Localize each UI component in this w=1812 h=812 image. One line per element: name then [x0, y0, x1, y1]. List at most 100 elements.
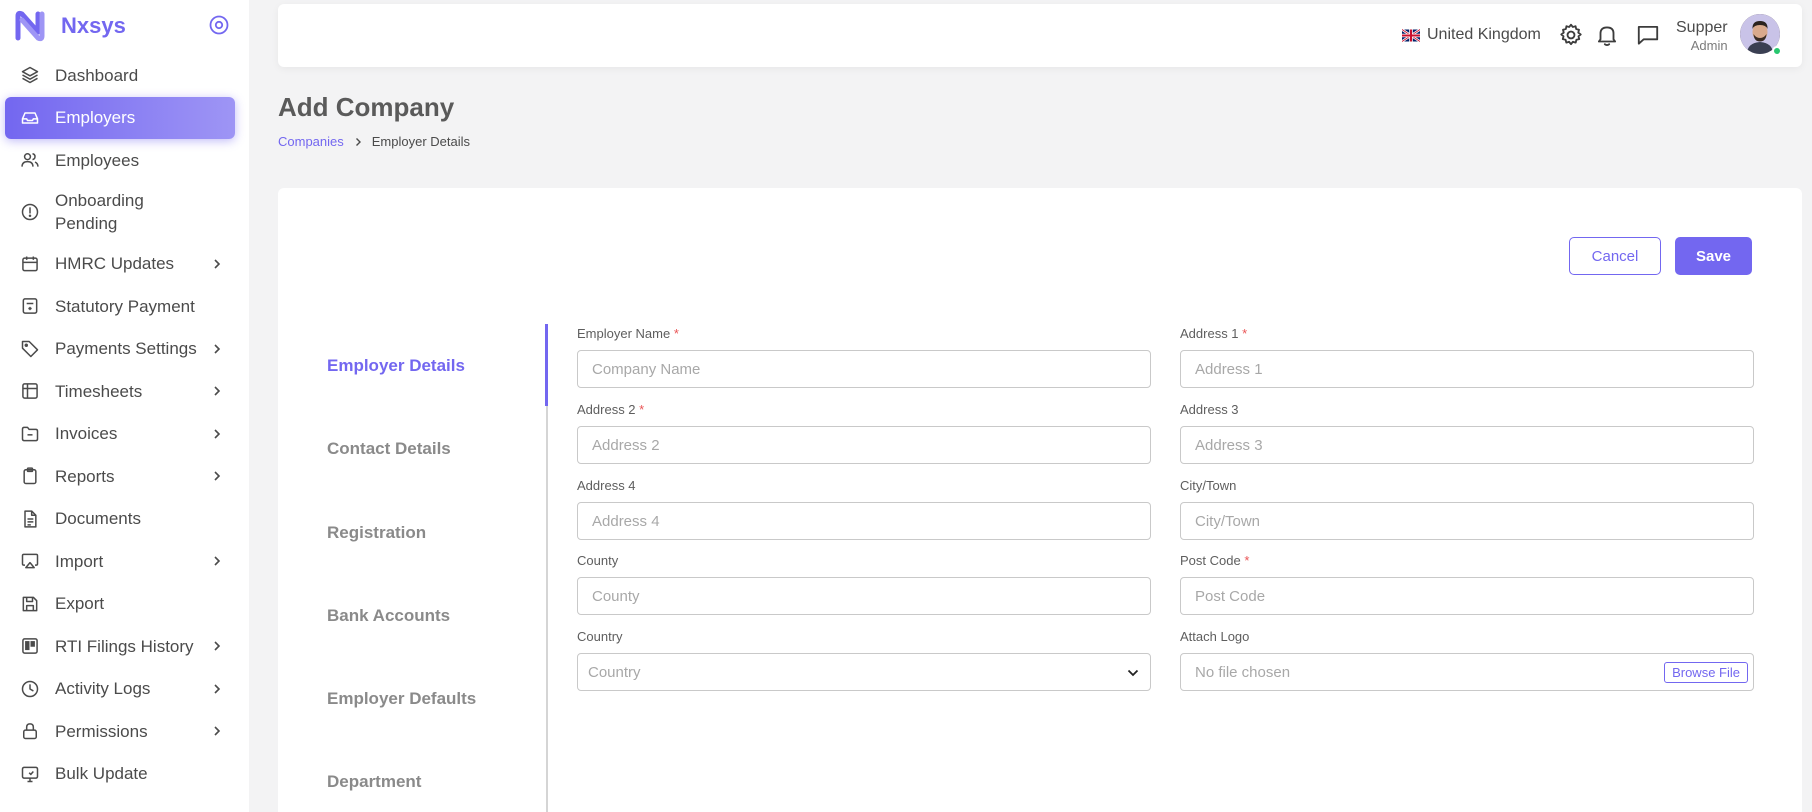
sidebar-item-label: Documents [55, 509, 141, 529]
tab-registration[interactable]: Registration [327, 523, 426, 543]
sidebar-item-onboarding-pending[interactable]: Onboarding Pending [0, 182, 249, 243]
tab-employer-defaults[interactable]: Employer Defaults [327, 689, 476, 709]
chevron-right-icon [214, 429, 221, 439]
chevron-right-icon [214, 471, 221, 481]
postcode-label: Post Code [1180, 553, 1241, 568]
top-navbar: United Kingdom Supper Admin [278, 4, 1802, 67]
chevron-down-icon [1127, 669, 1139, 677]
inbox-icon [20, 108, 40, 128]
folder-icon [20, 424, 40, 444]
sidebar-item-payments-settings[interactable]: Payments Settings [0, 328, 249, 371]
sidebar-item-activity-logs[interactable]: Activity Logs [0, 668, 249, 711]
country-field: Country Country [577, 629, 1151, 691]
cancel-button[interactable]: Cancel [1569, 237, 1661, 275]
county-input[interactable] [577, 577, 1151, 615]
address1-input[interactable] [1180, 350, 1754, 388]
sidebar-item-label: HMRC Updates [55, 254, 175, 274]
address2-field: Address 2 * [577, 402, 1151, 464]
breadcrumb-link-companies[interactable]: Companies [278, 134, 344, 149]
sidebar-item-bulk-update[interactable]: Bulk Update [0, 753, 249, 796]
attach-logo-label: Attach Logo [1180, 629, 1250, 644]
attach-logo-field: Attach Logo No file chosen Browse File [1180, 629, 1754, 691]
calculator-icon [20, 296, 40, 316]
employer-name-input[interactable] [577, 350, 1151, 388]
sidebar-item-hmrc-updates[interactable]: HMRC Updates [0, 243, 249, 286]
sidebar-item-employers[interactable]: Employers [5, 96, 235, 139]
employer-name-field: Employer Name * [577, 326, 1151, 388]
chat-icon[interactable] [1635, 22, 1661, 48]
chevron-right-icon [214, 726, 221, 736]
required-marker: * [639, 402, 645, 417]
chevron-right-icon [214, 641, 221, 651]
address3-input[interactable] [1180, 426, 1754, 464]
sidebar-item-reports[interactable]: Reports [0, 455, 249, 498]
sidebar-toggle-icon[interactable] [208, 14, 230, 36]
tab-employer-details[interactable]: Employer Details [327, 356, 465, 376]
chevron-right-icon [214, 684, 221, 694]
sidebar-item-label: Statutory Payment [55, 296, 195, 316]
sidebar-item-label: Activity Logs [55, 679, 151, 699]
nxsys-logo-icon [15, 10, 45, 42]
sidebar-item-label: Bulk Update [55, 764, 148, 784]
bell-icon[interactable] [1594, 22, 1620, 48]
gear-icon[interactable] [1558, 22, 1584, 48]
tab-bank-accounts[interactable]: Bank Accounts [327, 606, 450, 626]
sidebar-item-label: Employers [55, 108, 136, 128]
address1-field: Address 1 * [1180, 326, 1754, 388]
table-icon [20, 381, 40, 401]
sidebar-item-employees[interactable]: Employees [0, 139, 249, 182]
sidebar-item-permissions[interactable]: Permissions [0, 710, 249, 753]
sidebar-item-statutory-payment[interactable]: Statutory Payment [0, 285, 249, 328]
layers-icon [20, 65, 40, 85]
country-label: Country [577, 629, 623, 644]
page-title: Add Company [278, 92, 455, 122]
county-label: County [577, 553, 619, 568]
country-select[interactable]: Country [577, 653, 1151, 691]
city-input[interactable] [1180, 502, 1754, 540]
postcode-input[interactable] [1180, 577, 1754, 615]
tab-department[interactable]: Department [327, 772, 421, 792]
clock-icon [20, 679, 40, 699]
sidebar-item-documents[interactable]: Documents [0, 498, 249, 541]
sidebar-item-label: Employees [55, 150, 140, 170]
country-select-value: Country [588, 663, 641, 681]
required-marker: * [1242, 326, 1248, 341]
sidebar-item-rti-filings-history[interactable]: RTI Filings History [0, 625, 249, 668]
city-label: City/Town [1180, 478, 1237, 493]
address2-input[interactable] [577, 426, 1151, 464]
required-marker: * [1244, 553, 1250, 568]
logo-file-input[interactable]: No file chosen Browse File [1180, 653, 1754, 691]
language-selector[interactable]: United Kingdom [1402, 26, 1541, 44]
airplay-icon [20, 551, 40, 571]
active-tab-indicator [545, 324, 548, 406]
employer-name-label: Employer Name [577, 326, 671, 341]
county-field: County [577, 553, 1151, 615]
address4-input[interactable] [577, 502, 1151, 540]
sidebar-item-export[interactable]: Export [0, 583, 249, 626]
address3-label: Address 3 [1180, 402, 1239, 417]
chevron-right-icon [214, 344, 221, 354]
chevron-right-icon [214, 259, 221, 269]
brand[interactable]: Nxsys [12, 8, 126, 44]
chevron-right-icon [355, 137, 361, 146]
sidebar-item-label: Payments Settings [55, 339, 197, 359]
alert-circle-icon [20, 202, 40, 222]
sidebar-item-import[interactable]: Import [0, 540, 249, 583]
address4-label: Address 4 [577, 478, 636, 493]
monitor-icon [20, 764, 40, 784]
sidebar-item-dashboard[interactable]: Dashboard [0, 54, 249, 97]
sidebar-item-label: Permissions [55, 721, 148, 741]
uk-flag-icon [1402, 28, 1420, 42]
sidebar-item-invoices[interactable]: Invoices [0, 413, 249, 456]
sidebar-nav: Dashboard Employers Employees Onboarding… [0, 54, 249, 795]
save-button[interactable]: Save [1675, 237, 1752, 275]
tab-contact-details[interactable]: Contact Details [327, 439, 451, 459]
user-info[interactable]: Supper Admin [1676, 18, 1728, 54]
sidebar-item-label: Onboarding Pending [55, 191, 144, 233]
address3-field: Address 3 [1180, 402, 1754, 464]
user-name: Supper [1676, 19, 1728, 36]
sidebar-item-label: RTI Filings History [55, 636, 194, 656]
sidebar-item-timesheets[interactable]: Timesheets [0, 370, 249, 413]
browse-file-button[interactable]: Browse File [1664, 662, 1748, 683]
document-icon [20, 509, 40, 529]
